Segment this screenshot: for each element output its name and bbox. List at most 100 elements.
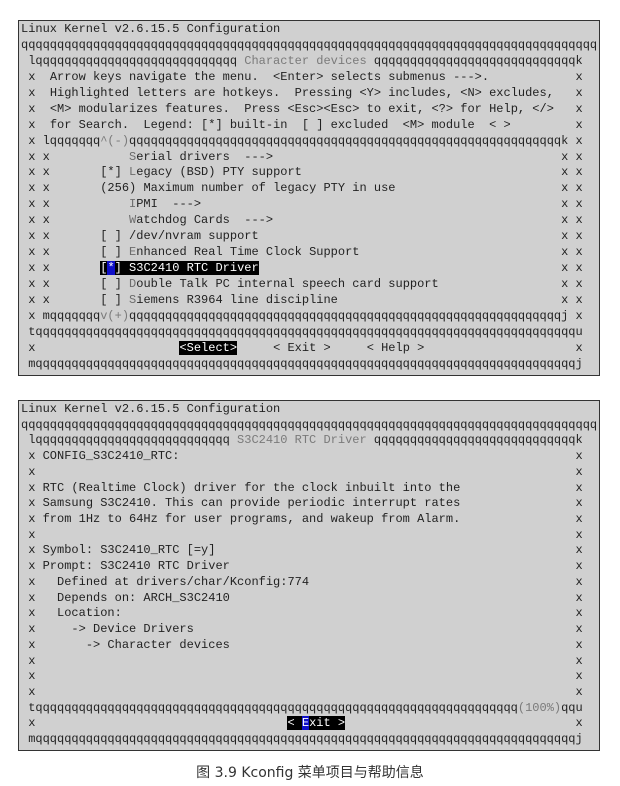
text [50, 197, 129, 211]
text: x [179, 449, 583, 464]
text: x [309, 574, 583, 589]
menu-item[interactable]: x x [ ] /dev/nvram support x x [21, 229, 599, 245]
help-text-line: x -> Device Drivers x [21, 622, 599, 638]
help-text: Arrow keys navigate the menu. <Enter> se… [49, 69, 490, 84]
window-title: Linux Kernel v2.6.15.5 Configuration [21, 22, 281, 36]
text: x [553, 101, 583, 116]
menu-item-label: nhanced Real Time Clock Support [136, 245, 360, 260]
exit-button[interactable]: < Exit > [273, 341, 331, 355]
exit-button[interactable]: xit > [309, 716, 346, 731]
text: x [21, 101, 50, 116]
menu-item[interactable]: x x [ ] Siemens R3964 line discipline x … [21, 293, 599, 309]
help-text-line: x x [21, 654, 599, 670]
help-text-line: x -> Character devices x [21, 638, 599, 654]
help-text: -> Character devices [42, 637, 230, 652]
help-text: for Search. Legend: [*] built-in [ ] exc… [49, 117, 511, 132]
menu-item[interactable]: x x (256) Maximum number of legacy PTY i… [21, 181, 599, 197]
window-title: Linux Kernel v2.6.15.5 Configuration [21, 402, 281, 416]
item-mark[interactable]: (256) [100, 181, 143, 195]
text: x x [438, 277, 583, 291]
text: x [21, 449, 43, 464]
text: x x [21, 181, 50, 196]
text: x x [21, 197, 50, 212]
border-line: mqqqqqqqqqqqqqqqqqqqqqqqqqqqqqqqqqqqqqqq… [21, 732, 599, 748]
text: qqqqqqqqqqqqqqqqqqqqqqqqqqqqk [366, 433, 583, 448]
text: x [229, 637, 583, 652]
menu-item[interactable]: x x Watchdog Cards ---> x x [21, 213, 599, 229]
item-mark[interactable]: [*] [100, 165, 129, 179]
exit-hotkey[interactable]: E [301, 716, 310, 731]
text: x [460, 496, 583, 511]
item-mark[interactable]: [ ] [100, 229, 129, 243]
help-text: Location: [42, 606, 122, 621]
text: x [21, 574, 43, 589]
menu-item[interactable]: x x [*] Legacy (BSD) PTY support x x [21, 165, 599, 181]
menu-item-label: 3C2410 RTC Driver [136, 261, 259, 276]
text: x [21, 669, 43, 684]
text: x [21, 637, 43, 652]
text: x [229, 559, 583, 574]
item-mark[interactable]: [ ] [100, 277, 129, 291]
text: x [424, 340, 583, 355]
item-mark[interactable]: [ ] [100, 293, 129, 307]
text: qqqqqqqqqqqqqqqqqqqqqqqqqqqqqqqqqqqqqqqq… [21, 417, 598, 432]
text [50, 213, 129, 227]
help-text: from 1Hz to 64Hz for user programs, and … [42, 512, 461, 527]
text: lqqqqqqqqqqqqqqqqqqqqqqqqqqqq [21, 53, 245, 68]
text: x x [273, 213, 583, 228]
help-text-line: x Location: x [21, 606, 599, 622]
help-text-line: x x [21, 528, 599, 544]
text: x x [258, 261, 583, 276]
help-text-line: x Samsung S3C2410. This can provide peri… [21, 496, 599, 512]
text: x [21, 684, 43, 699]
text: x x [21, 229, 50, 244]
text: x [460, 512, 583, 527]
text: x x [258, 229, 583, 244]
text: x [121, 606, 583, 621]
help-line: x Highlighted letters are hotkeys. Press… [21, 86, 599, 102]
text: x [193, 622, 583, 637]
menu-item[interactable]: x x [ ] Double Talk PC internal speech c… [21, 277, 599, 293]
text: x x [21, 261, 50, 276]
dialog-title: Character devices [244, 53, 367, 68]
text: x [21, 716, 288, 731]
cursor[interactable]: * [107, 261, 115, 276]
text: x [21, 512, 43, 527]
text: x [21, 653, 43, 668]
menu-item-label: ouble Talk PC internal speech card suppo… [136, 277, 439, 291]
help-button[interactable]: < Help > [367, 341, 425, 355]
menu-item[interactable]: x x IPMI ---> x x [21, 197, 599, 213]
text: mqqqqqqqqqqqqqqqqqqqqqqqqqqqqqqqqqqqqqqq… [21, 356, 583, 371]
text: qqqqqqqqqqqqqqqqqqqqqqqqqqqqqqqqqqqqqqqq… [129, 133, 583, 148]
text: x [21, 543, 43, 558]
menu-box-bottom: x mqqqqqqqv(+)qqqqqqqqqqqqqqqqqqqqqqqqqq… [21, 309, 599, 325]
text: x [21, 622, 43, 637]
checkbox-bracket: ] [114, 261, 130, 276]
dialog-title: S3C2410 RTC Driver [237, 433, 367, 448]
text: x [460, 480, 583, 495]
menu-item-label: PMI ---> [136, 197, 202, 212]
help-text-line: x CONFIG_S3C2410_RTC: x [21, 449, 599, 465]
menuconfig-help-screen: Linux Kernel v2.6.15.5 Configuration qqqq… [18, 400, 600, 751]
menu-item[interactable]: x x [ ] Enhanced Real Time Clock Support… [21, 245, 599, 261]
text: x [21, 606, 43, 621]
text: qqqqqqqqqqqqqqqqqqqqqqqqqqqqqqqqqqqqqqqq… [129, 308, 583, 323]
text: x [42, 527, 583, 542]
exit-button[interactable]: < [287, 716, 302, 731]
item-mark[interactable]: [ ] [100, 245, 129, 259]
text: x x [337, 292, 583, 307]
text: qqqqqqqqqqqqqqqqqqqqqqqqqqqqqqqqqqqqqqqq… [21, 37, 598, 52]
menu-item-selected[interactable]: x x [*] S3C2410 RTC Driver x x [21, 261, 599, 277]
help-text-line: x Defined at drivers/char/Kconfig:774 x [21, 575, 599, 591]
text: x [42, 464, 583, 479]
text: x [42, 684, 583, 699]
scroll-down-indicator: v(+) [100, 308, 130, 323]
select-button[interactable]: <Select> [179, 340, 238, 355]
text [331, 341, 367, 355]
help-text-line: x from 1Hz to 64Hz for user programs, an… [21, 512, 599, 528]
menu-item[interactable]: x x Serial drivers ---> x x [21, 150, 599, 166]
text: x [345, 716, 583, 731]
menu-item-label: iemens R3964 line discipline [136, 292, 338, 307]
help-text: Defined at drivers/char/Kconfig:774 [42, 574, 310, 589]
text: x [21, 527, 43, 542]
